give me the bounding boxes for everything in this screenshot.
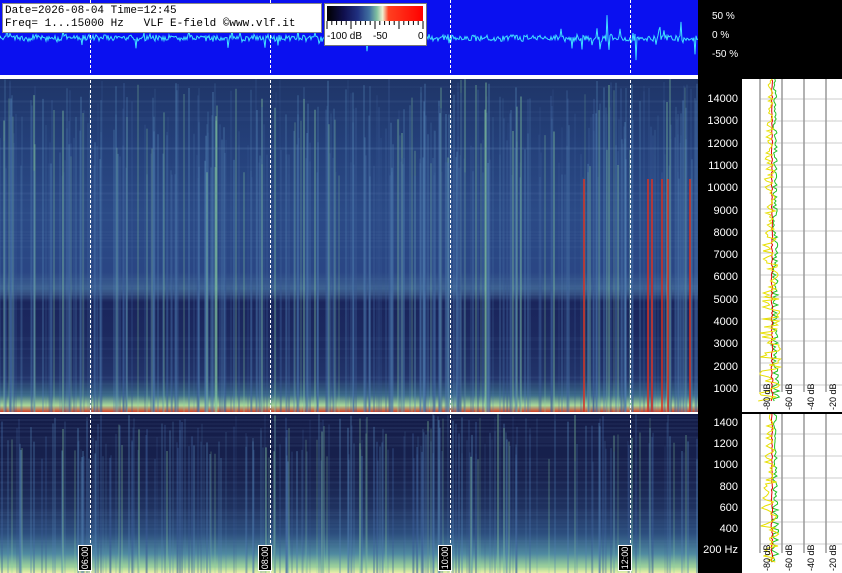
frequency-scale-high: 14000 13000 12000 11000 10000 9000 8000 7000 600… [698,79,742,412]
spectrogram-high-lines [0,79,698,412]
wave-scale-label: 50 % [712,11,735,22]
time-gridline [630,0,631,573]
profile-db-label: -80 dB [762,544,772,571]
frequency-scale-low: 1400 1200 1000 800 600 400 200 Hz [698,414,742,573]
profile-db-label: -20 dB [828,383,838,410]
frequency-tick-label: 1400 [713,417,738,429]
time-label: 12:00 [618,545,632,571]
frequency-tick-label: 14000 [707,93,738,105]
time-gridline [90,0,91,573]
frequency-tick-label: 1200 [713,438,738,451]
time-gridline [270,0,271,573]
frequency-tick-label: 600 [719,501,738,514]
colorbar-label: -50 [373,31,388,42]
spectrogram-low-lines [0,414,698,573]
frequency-tick-label: 11000 [708,159,738,172]
spectrogram-streaks [0,414,698,573]
frequency-tick-label: 800 [719,480,738,493]
profile-db-label: -40 dB [806,544,816,571]
frequency-tick-label: 1000 [713,382,738,395]
spectrum-profile-low: -80 dB -60 dB -40 dB -20 dB [742,414,842,573]
spectrogram-low-band [0,414,698,573]
profile-db-label: -40 dB [806,383,816,410]
frequency-tick-label: 400 [719,523,738,535]
colorbar-label: 0 [418,31,424,42]
profile-curve [758,79,783,402]
frequency-tick-label: 200 Hz [703,544,738,557]
profile-high-plot [758,79,842,402]
frequency-tick-label: 12000 [707,137,738,150]
spectrogram-streaks [0,79,698,412]
frequency-tick-label: 5000 [713,293,738,306]
time-gridline [450,0,451,573]
profile-db-label: -60 dB [784,383,794,410]
frequency-tick-label: 3000 [713,338,738,351]
wave-scale-label: -50 % [712,49,739,60]
date-time-text: Date=2026-08-04 Time=12:45 [5,5,177,17]
info-box: Date=2026-08-04 Time=12:45 Freq= 1...150… [2,3,322,33]
spectrogram-high-band [0,79,698,412]
frequency-tick-label: 6000 [713,271,738,284]
frequency-tick-label: 13000 [707,115,738,128]
time-label: 10:00 [438,545,452,571]
profile-db-label: -20 dB [828,544,838,571]
profile-curve [760,414,780,563]
frequency-info-text: Freq= 1...15000 Hz VLF E-field ©www.vlf.… [5,18,296,30]
frequency-tick-label: 4000 [713,316,738,328]
waveform-scale: 50 % 0 % -50 % [698,0,842,75]
time-label: 06:00 [78,545,92,571]
frequency-tick-label: 7000 [713,249,738,262]
frequency-tick-label: 8000 [713,226,738,239]
frequency-tick-label: 9000 [713,204,738,217]
profile-db-label: -60 dB [784,544,794,571]
wave-scale-label: 0 % [712,30,730,41]
frequency-tick-label: 1000 [713,459,738,472]
colorbar-gradient [327,6,423,21]
frequency-tick-label: 10000 [707,182,738,195]
colorbar-legend: -100 dB -50 0 [324,3,427,46]
spectrum-profile-high: -80 dB -60 dB -40 dB -20 dB [742,79,842,412]
profile-db-label: -80 dB [762,383,772,410]
frequency-tick-label: 2000 [713,360,738,373]
colorbar-label: -100 dB [327,31,363,42]
time-label: 08:00 [258,545,272,571]
colorbar-ticks [326,21,424,29]
